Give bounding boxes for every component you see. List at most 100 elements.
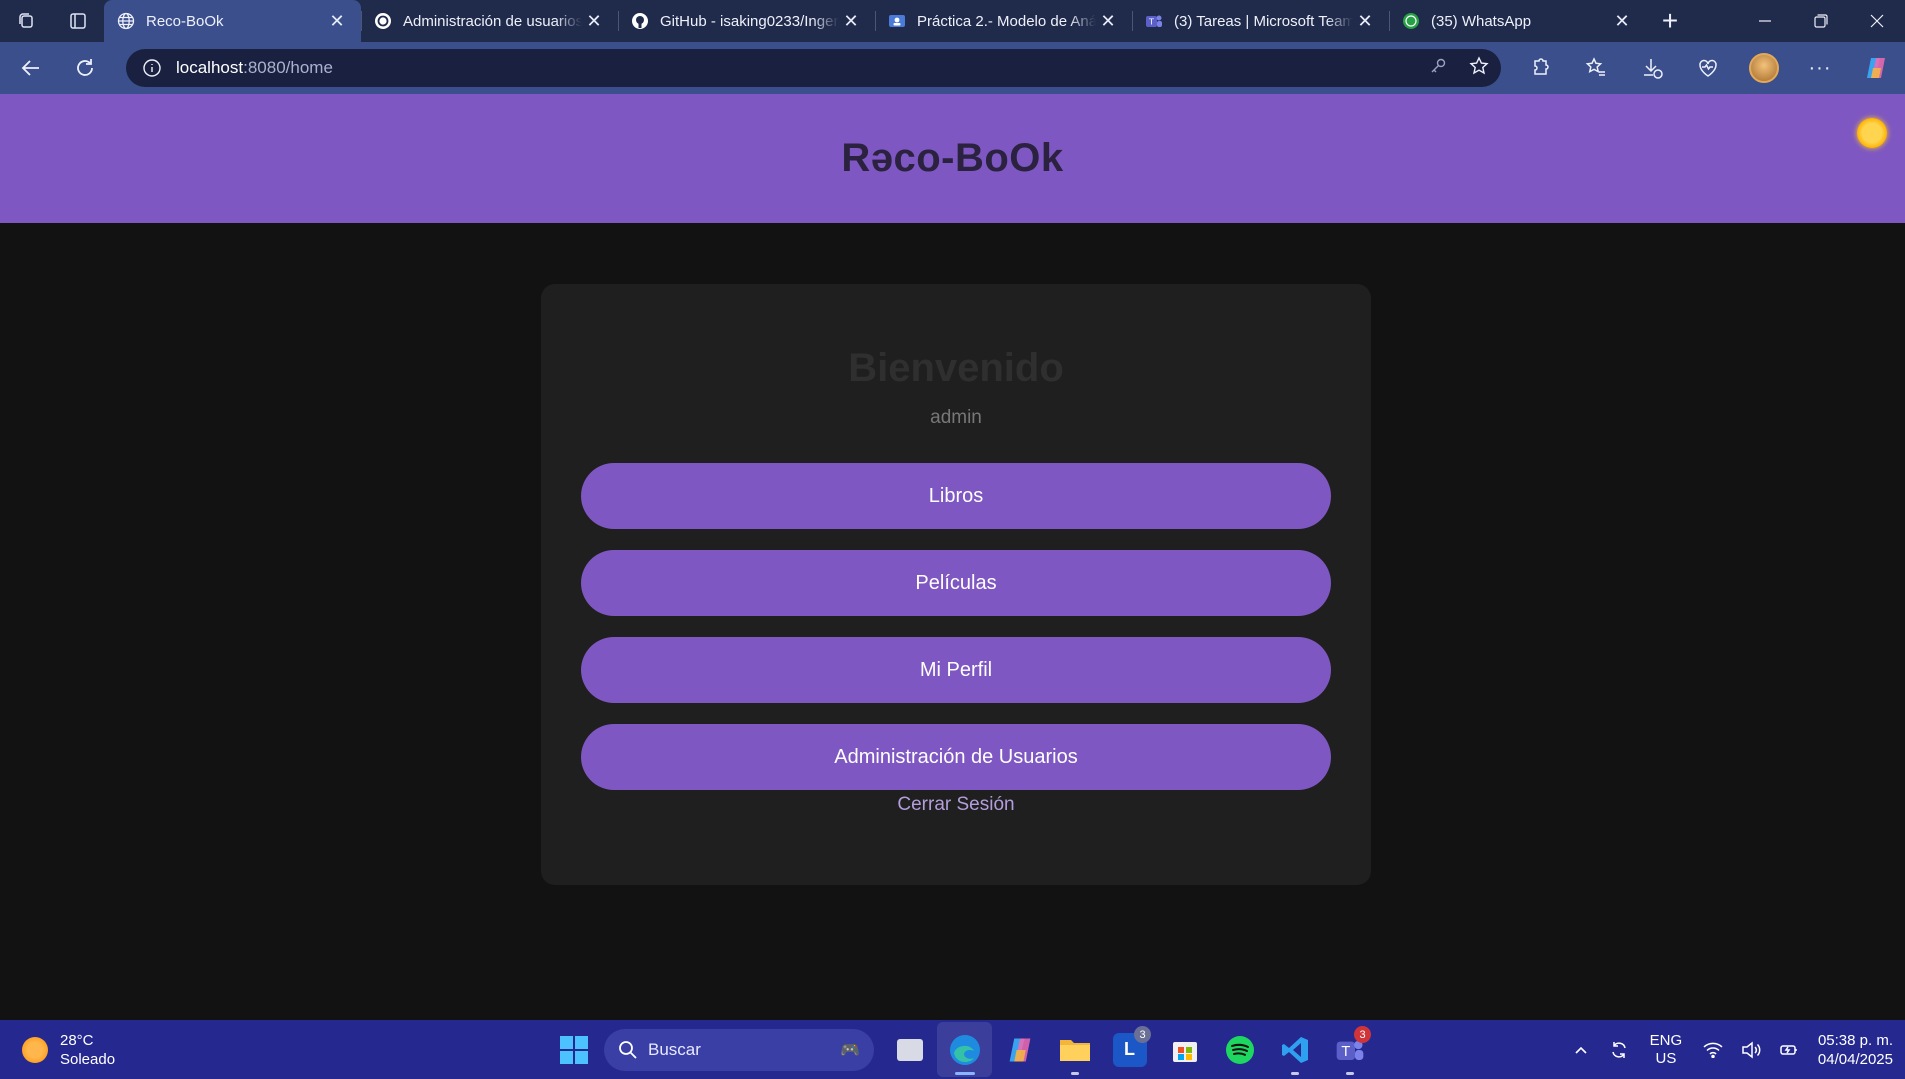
volume-button[interactable]	[1732, 1040, 1770, 1059]
settings-more-button[interactable]: ···	[1799, 48, 1841, 88]
clock-time: 05:38 p. m.	[1817, 1031, 1893, 1049]
taskbar-lexis[interactable]: L 3	[1102, 1022, 1157, 1077]
weather-temp: 28°C	[60, 1031, 94, 1049]
app-header: Rəco-BoOk	[0, 94, 1905, 223]
whatsapp-icon	[1401, 11, 1421, 31]
welcome-card: Bienvenido admin Libros Películas Mi Per…	[541, 284, 1371, 885]
books-button[interactable]: Libros	[581, 463, 1331, 529]
close-tab-icon[interactable]: ✕	[1610, 9, 1634, 33]
taskbar-spotify[interactable]	[1212, 1022, 1267, 1077]
battery-charging-icon	[1780, 1044, 1797, 1055]
minimize-button[interactable]	[1737, 0, 1793, 42]
logout-link[interactable]: Cerrar Sesión	[897, 794, 1014, 816]
tab-title: (3) Tareas | Microsoft Teams	[1174, 12, 1353, 30]
close-tab-icon[interactable]: ✕	[1353, 9, 1377, 33]
sync-status-button[interactable]	[1600, 1040, 1638, 1060]
back-button[interactable]	[4, 48, 58, 88]
favorites-button[interactable]	[1575, 48, 1617, 88]
search-icon	[619, 1040, 637, 1059]
url-path: :8080/home	[243, 58, 333, 77]
clock-date: 04/04/2025	[1817, 1050, 1893, 1068]
downloads-button[interactable]	[1631, 48, 1673, 88]
tab-title: Práctica 2.- Modelo de Análisis	[917, 12, 1096, 30]
tab-actions-button[interactable]	[52, 0, 104, 42]
sun-weather-icon	[22, 1036, 48, 1063]
region-code: US	[1655, 1049, 1677, 1067]
taskbar-vscode[interactable]	[1267, 1022, 1322, 1077]
tab-teams[interactable]: T (3) Tareas | Microsoft Teams ✕	[1132, 0, 1389, 42]
workspaces-button[interactable]	[0, 0, 52, 42]
close-tab-icon[interactable]: ✕	[839, 9, 863, 33]
close-icon	[1870, 14, 1884, 28]
sun-icon[interactable]	[1857, 118, 1887, 148]
favorites-icon	[1585, 57, 1605, 76]
minimize-icon	[1759, 20, 1771, 22]
profile-button[interactable]: Mi Perfil	[581, 637, 1331, 703]
taskbar-teams[interactable]: T 3	[1322, 1022, 1377, 1077]
taskbar-store[interactable]	[1157, 1022, 1212, 1077]
copilot-icon	[1867, 58, 1885, 78]
openai-icon	[373, 11, 393, 31]
taskbar-search[interactable]: Buscar 🎮	[604, 1028, 874, 1071]
movies-button[interactable]: Películas	[581, 550, 1331, 616]
heart-pulse-icon	[1699, 59, 1717, 77]
address-bar[interactable]: localhost:8080/home	[126, 49, 1501, 87]
copilot-button[interactable]	[1855, 48, 1897, 88]
chevron-up-icon	[1575, 1046, 1587, 1054]
clock[interactable]: 05:38 p. m. 04/04/2025	[1818, 1031, 1893, 1069]
extensions-button[interactable]	[1519, 48, 1561, 88]
taskbar-file-explorer[interactable]	[1047, 1022, 1102, 1077]
tab-github[interactable]: GitHub - isaking0233/Ingeniería ✕	[618, 0, 875, 42]
language-indicator[interactable]: ENG US	[1638, 1032, 1694, 1068]
svg-text:T: T	[1340, 1044, 1350, 1059]
speaker-icon	[1742, 1040, 1761, 1059]
plus-icon: +	[1661, 5, 1679, 36]
wifi-button[interactable]	[1694, 1042, 1732, 1058]
start-button[interactable]	[548, 1024, 600, 1076]
taskbar-task-view[interactable]	[882, 1022, 937, 1077]
tab-whatsapp[interactable]: (35) WhatsApp ✕	[1389, 0, 1646, 42]
battery-button[interactable]	[1770, 1041, 1808, 1059]
taskbar-copilot[interactable]	[992, 1022, 1047, 1077]
windows-logo-icon	[560, 1035, 588, 1064]
vscode-icon	[1281, 1036, 1308, 1063]
close-tab-icon[interactable]: ✕	[1096, 9, 1120, 33]
back-arrow-icon	[21, 60, 39, 76]
users-admin-button[interactable]: Administración de Usuarios	[581, 724, 1331, 790]
close-tab-icon[interactable]: ✕	[325, 9, 349, 33]
toolbar-actions: ···	[1519, 48, 1897, 88]
tab-title: Administración de usuarios	[403, 12, 582, 30]
close-tab-icon[interactable]: ✕	[582, 9, 606, 33]
refresh-button[interactable]	[58, 48, 112, 88]
sync-icon	[1612, 1041, 1626, 1058]
restore-button[interactable]	[1793, 0, 1849, 42]
new-tab-button[interactable]: +	[1646, 0, 1694, 42]
refresh-icon	[77, 59, 93, 76]
weather-widget[interactable]: 28°C Soleado	[22, 1031, 115, 1069]
tab-admin-usuarios[interactable]: Administración de usuarios ✕	[361, 0, 618, 42]
weather-condition: Soleado	[60, 1050, 116, 1068]
notification-badge: 3	[1354, 1026, 1371, 1043]
copilot-icon	[1009, 1037, 1030, 1062]
taskbar-edge[interactable]	[937, 1022, 992, 1077]
window-controls	[1737, 0, 1905, 42]
app-title: Rəco-BoOk	[841, 136, 1064, 180]
system-tray: ENG US 05:38 p. m. 04/04/2025	[1562, 1020, 1905, 1079]
show-hidden-icons-button[interactable]	[1562, 1043, 1600, 1057]
classroom-icon	[887, 11, 907, 31]
teams-icon: T	[1144, 11, 1164, 31]
restore-icon	[1814, 14, 1828, 28]
profile-button[interactable]	[1743, 48, 1785, 88]
site-info-icon[interactable]	[138, 54, 166, 82]
close-window-button[interactable]	[1849, 0, 1905, 42]
tab-reco-book[interactable]: Reco-BoOk ✕	[104, 0, 361, 42]
search-placeholder: Buscar	[648, 1039, 701, 1059]
browser-essentials-button[interactable]	[1687, 48, 1729, 88]
tab-practica[interactable]: Práctica 2.- Modelo de Análisis ✕	[875, 0, 1132, 42]
tab-title: Reco-BoOk	[146, 12, 224, 30]
tab-actions-icon	[70, 13, 86, 29]
store-icon	[1172, 1041, 1197, 1062]
favorite-star-icon[interactable]	[1469, 55, 1489, 81]
taskbar-apps: Buscar 🎮 L 3 T 3	[548, 1020, 1377, 1079]
password-key-icon[interactable]	[1429, 57, 1447, 80]
